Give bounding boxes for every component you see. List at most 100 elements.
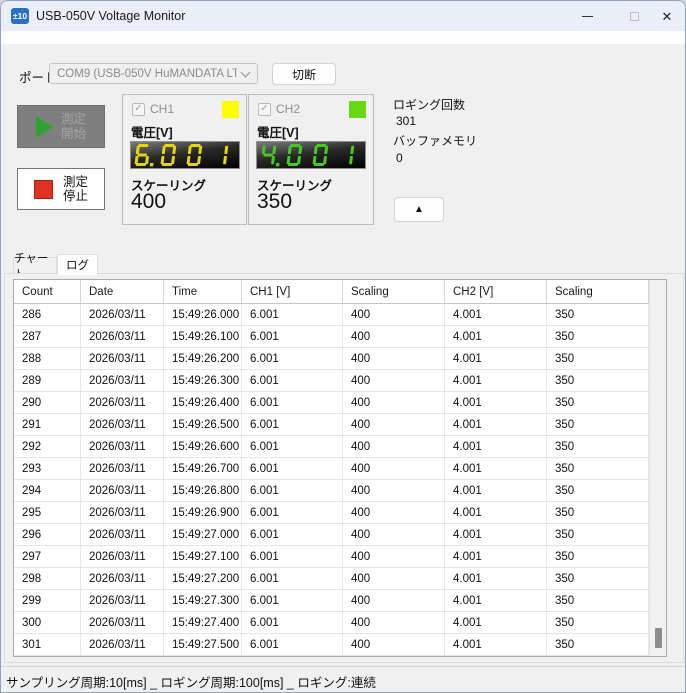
- table-row[interactable]: 2922026/03/1115:49:26.6006.0014004.00135…: [14, 436, 649, 458]
- collapse-panel-button[interactable]: ▲: [394, 197, 444, 222]
- table-row[interactable]: 3012026/03/1115:49:27.5006.0014004.00135…: [14, 634, 649, 656]
- table-cell: 2026/03/11: [81, 546, 164, 567]
- table-row[interactable]: 2872026/03/1115:49:26.1006.0014004.00135…: [14, 326, 649, 348]
- tab-chart[interactable]: チャート: [13, 257, 57, 274]
- table-cell: 6.001: [242, 590, 343, 611]
- tab-log[interactable]: ログ: [57, 254, 98, 275]
- table-cell: 291: [14, 414, 81, 435]
- table-column-header[interactable]: Time: [164, 280, 242, 303]
- table-row[interactable]: 2902026/03/1115:49:26.4006.0014004.00135…: [14, 392, 649, 414]
- status-bar: サンプリング周期:10[ms] _ ロギング周期:100[ms] _ ロギング:…: [1, 666, 685, 693]
- table-cell: 350: [547, 546, 649, 567]
- table-cell: 350: [547, 370, 649, 391]
- table-cell: 400: [343, 612, 445, 633]
- close-button[interactable]: ✕: [650, 1, 684, 31]
- table-row[interactable]: 2952026/03/1115:49:26.9006.0014004.00135…: [14, 502, 649, 524]
- table-cell: 4.001: [445, 612, 547, 633]
- play-icon: [36, 116, 53, 138]
- table-cell: 400: [343, 370, 445, 391]
- table-cell: 400: [343, 634, 445, 655]
- channel1-sevenseg-display: [130, 141, 240, 169]
- table-cell: 6.001: [242, 392, 343, 413]
- table-cell: 350: [547, 634, 649, 655]
- minimize-icon: [582, 16, 593, 17]
- table-cell: 15:49:27.200: [164, 568, 242, 589]
- table-cell: 6.001: [242, 304, 343, 325]
- table-cell: 350: [547, 568, 649, 589]
- table-cell: 400: [343, 392, 445, 413]
- table-cell: 2026/03/11: [81, 502, 164, 523]
- table-cell: 400: [343, 458, 445, 479]
- table-column-header[interactable]: Scaling: [343, 280, 445, 303]
- table-cell: 6.001: [242, 458, 343, 479]
- table-row[interactable]: 2942026/03/1115:49:26.8006.0014004.00135…: [14, 480, 649, 502]
- channel2-sevenseg-display: [256, 141, 366, 169]
- table-cell: 299: [14, 590, 81, 611]
- menu-strip: [1, 31, 685, 44]
- table-cell: 4.001: [445, 436, 547, 457]
- table-cell: 286: [14, 304, 81, 325]
- table-cell: 15:49:26.000: [164, 304, 242, 325]
- scrollbar-thumb[interactable]: [655, 628, 662, 648]
- table-row[interactable]: 2892026/03/1115:49:26.3006.0014004.00135…: [14, 370, 649, 392]
- table-cell: 15:49:26.500: [164, 414, 242, 435]
- channel2-checkbox: ✓: [258, 103, 271, 116]
- stop-icon: [34, 180, 53, 199]
- table-cell: 400: [343, 546, 445, 567]
- channel1-voltage-label: 電圧[V]: [131, 122, 173, 141]
- vertical-scrollbar[interactable]: [649, 280, 666, 656]
- table-row[interactable]: 2932026/03/1115:49:26.7006.0014004.00135…: [14, 458, 649, 480]
- logging-count-value: 301: [396, 114, 416, 128]
- disconnect-button[interactable]: 切断: [272, 63, 336, 85]
- table-row[interactable]: 2982026/03/1115:49:27.2006.0014004.00135…: [14, 568, 649, 590]
- table-cell: 6.001: [242, 480, 343, 501]
- table-column-header[interactable]: Scaling: [547, 280, 649, 303]
- table-cell: 2026/03/11: [81, 590, 164, 611]
- table-cell: 2026/03/11: [81, 436, 164, 457]
- port-select: COM9 (USB-050V HuMANDATA LTD.): [49, 63, 258, 84]
- table-cell: 4.001: [445, 524, 547, 545]
- table-cell: 15:49:26.400: [164, 392, 242, 413]
- table-cell: 2026/03/11: [81, 524, 164, 545]
- window-title: USB-050V Voltage Monitor: [36, 1, 185, 31]
- measure-stop-button[interactable]: 測定停止: [17, 168, 105, 210]
- table-row[interactable]: 2962026/03/1115:49:27.0006.0014004.00135…: [14, 524, 649, 546]
- status-bar-text: サンプリング周期:10[ms] _ ロギング周期:100[ms] _ ロギング:…: [6, 672, 376, 691]
- table-row[interactable]: 2862026/03/1115:49:26.0006.0014004.00135…: [14, 304, 649, 326]
- table-cell: 301: [14, 634, 81, 655]
- table-cell: 294: [14, 480, 81, 501]
- table-cell: 350: [547, 524, 649, 545]
- table-cell: 2026/03/11: [81, 414, 164, 435]
- table-cell: 4.001: [445, 546, 547, 567]
- table-row[interactable]: 2912026/03/1115:49:26.5006.0014004.00135…: [14, 414, 649, 436]
- table-row[interactable]: 3002026/03/1115:49:27.4006.0014004.00135…: [14, 612, 649, 634]
- table-column-header[interactable]: Count: [14, 280, 81, 303]
- table-cell: 4.001: [445, 304, 547, 325]
- table-cell: 400: [343, 502, 445, 523]
- channel1-panel: ✓ CH1 電圧[V] スケーリング 400: [122, 94, 247, 225]
- table-cell: 2026/03/11: [81, 326, 164, 347]
- table-cell: 295: [14, 502, 81, 523]
- measure-start-button: 測定開始: [17, 105, 105, 148]
- table-body: 2862026/03/1115:49:26.0006.0014004.00135…: [14, 304, 649, 656]
- table-row[interactable]: 2882026/03/1115:49:26.2006.0014004.00135…: [14, 348, 649, 370]
- port-select-value: COM9 (USB-050V HuMANDATA LTD.): [57, 68, 237, 80]
- table-row[interactable]: 2972026/03/1115:49:27.1006.0014004.00135…: [14, 546, 649, 568]
- table-column-header[interactable]: CH2 [V]: [445, 280, 547, 303]
- table-cell: 400: [343, 524, 445, 545]
- triangle-up-icon: ▲: [414, 204, 424, 215]
- table-cell: 350: [547, 458, 649, 479]
- table-column-header[interactable]: Date: [81, 280, 164, 303]
- minimize-button[interactable]: [570, 1, 604, 31]
- table-cell: 15:49:27.100: [164, 546, 242, 567]
- table-cell: 296: [14, 524, 81, 545]
- table-column-header[interactable]: CH1 [V]: [242, 280, 343, 303]
- table-cell: 15:49:27.500: [164, 634, 242, 655]
- table-row[interactable]: 2992026/03/1115:49:27.3006.0014004.00135…: [14, 590, 649, 612]
- maximize-icon: [630, 12, 639, 21]
- table-cell: 4.001: [445, 568, 547, 589]
- table-cell: 15:49:26.900: [164, 502, 242, 523]
- table-cell: 400: [343, 326, 445, 347]
- table-cell: 400: [343, 348, 445, 369]
- table-cell: 6.001: [242, 612, 343, 633]
